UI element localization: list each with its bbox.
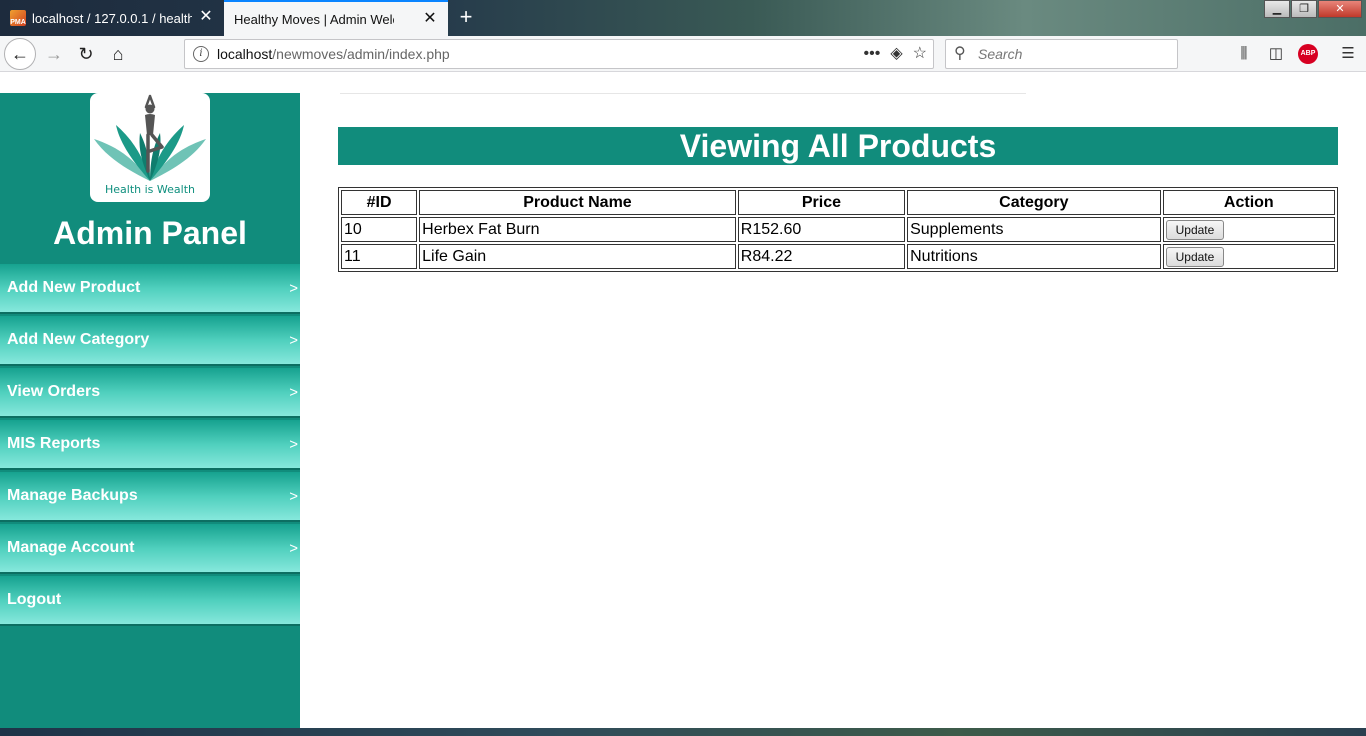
yoga-lotus-logo-icon [94, 94, 206, 181]
logo: Health is Wealth [90, 93, 210, 202]
sidebar-title: Admin Panel [53, 215, 247, 251]
tab-phpmyadmin[interactable]: PMA localhost / 127.0.0.1 / healthym ✕ [0, 0, 224, 36]
cell-action: Update [1162, 217, 1335, 242]
sidebar-item-label: MIS Reports [7, 435, 101, 452]
sidebar-item-manage-backups[interactable]: Manage Backups > [0, 472, 300, 522]
sidebar-item-mis-reports[interactable]: MIS Reports > [0, 420, 300, 470]
table-header-row: #ID Product Name Price Category Action [341, 190, 1335, 215]
url-path: /newmoves/admin/index.php [272, 46, 450, 62]
pocket-icon[interactable]: ◈ [890, 40, 902, 68]
back-arrow-icon[interactable]: ← [4, 38, 36, 70]
library-icon[interactable]: ⫼ [1234, 44, 1254, 64]
update-button[interactable]: Update [1165, 219, 1225, 240]
column-header-product-name: Product Name [419, 190, 736, 215]
sidebar-item-label: Add New Product [7, 279, 141, 296]
os-taskbar [0, 728, 1366, 736]
chevron-right-icon: > [289, 436, 298, 453]
sidebar-item-manage-account[interactable]: Manage Account > [0, 524, 300, 574]
bookmark-star-icon[interactable]: ☆ [913, 40, 927, 68]
column-header-price: Price [737, 190, 906, 215]
search-input[interactable]: ⚲ Search [945, 39, 1178, 69]
sidebar-item-add-new-product[interactable]: Add New Product > [0, 264, 300, 314]
cell-category: Nutritions [907, 244, 1161, 269]
sidebar-item-label: Manage Backups [7, 487, 138, 504]
column-header-action: Action [1162, 190, 1335, 215]
reload-icon[interactable]: ↻ [72, 40, 100, 68]
window-close-icon[interactable]: ✕ [1318, 0, 1362, 18]
cell-price: R152.60 [737, 217, 906, 242]
sidebar-toggle-icon[interactable]: ◫ [1266, 44, 1286, 64]
search-icon: ⚲ [954, 45, 966, 62]
browser-nav-bar: ← → ↻ ⌂ i localhost/newmoves/admin/index… [0, 36, 1366, 72]
sidebar-item-label: Logout [7, 591, 62, 608]
sidebar-item-label: Manage Account [7, 539, 135, 556]
sidebar-item-view-orders[interactable]: View Orders > [0, 368, 300, 418]
cell-action: Update [1162, 244, 1335, 269]
divider [340, 93, 1026, 94]
column-header-id: #ID [341, 190, 418, 215]
admin-sidebar: Health is Wealth Admin Panel Add New Pro… [0, 93, 300, 729]
chevron-right-icon: > [289, 280, 298, 297]
info-icon[interactable]: i [193, 46, 209, 62]
url-bar[interactable]: i localhost/newmoves/admin/index.php •••… [184, 39, 934, 69]
url-host: localhost [217, 46, 273, 62]
tab-title: localhost / 127.0.0.1 / healthym [32, 10, 192, 26]
url-actions: ••• ◈ ☆ [864, 40, 927, 68]
new-tab-plus-icon[interactable]: + [454, 4, 478, 30]
home-icon[interactable]: ⌂ [104, 40, 132, 68]
close-tab-icon[interactable]: ✕ [422, 11, 438, 27]
update-button[interactable]: Update [1165, 246, 1225, 267]
table-row: 10 Herbex Fat Burn R152.60 Supplements U… [341, 217, 1335, 242]
maximize-icon[interactable]: ❐ [1291, 0, 1317, 18]
sidebar-item-label: Add New Category [7, 331, 150, 348]
cell-category: Supplements [907, 217, 1161, 242]
phpmyadmin-favicon-icon: PMA [10, 10, 26, 26]
chevron-right-icon: > [289, 488, 298, 505]
tab-admin-welcome[interactable]: Healthy Moves | Admin Welcome ✕ [224, 0, 448, 36]
page-title: Viewing All Products [338, 127, 1338, 165]
minimize-icon[interactable]: ▁ [1264, 0, 1290, 18]
cell-product-name: Life Gain [419, 244, 736, 269]
chevron-right-icon: > [289, 384, 298, 401]
forward-arrow-icon[interactable]: → [40, 40, 68, 68]
cell-id: 11 [341, 244, 418, 269]
window-controls: ▁ ❐ ✕ [1263, 0, 1362, 18]
chevron-right-icon: > [289, 332, 298, 349]
sidebar-item-label: View Orders [7, 383, 101, 400]
sidebar-item-add-new-category[interactable]: Add New Category > [0, 316, 300, 366]
tab-title: Healthy Moves | Admin Welcome [234, 11, 394, 27]
cell-price: R84.22 [737, 244, 906, 269]
cell-id: 10 [341, 217, 418, 242]
table-row: 11 Life Gain R84.22 Nutritions Update [341, 244, 1335, 269]
column-header-category: Category [907, 190, 1161, 215]
products-table: #ID Product Name Price Category Action 1… [338, 187, 1338, 272]
adblock-icon[interactable]: ABP [1298, 44, 1318, 64]
sidebar-item-logout[interactable]: Logout [0, 576, 300, 626]
menu-hamburger-icon[interactable]: ☰ [1338, 44, 1358, 64]
close-tab-icon[interactable]: ✕ [198, 9, 214, 25]
search-placeholder: Search [978, 46, 1023, 62]
browser-tab-strip: PMA localhost / 127.0.0.1 / healthym ✕ H… [0, 0, 1366, 36]
cell-product-name: Herbex Fat Burn [419, 217, 736, 242]
logo-tagline: Health is Wealth [105, 183, 195, 196]
page-actions-icon[interactable]: ••• [864, 40, 881, 68]
chevron-right-icon: > [289, 540, 298, 557]
